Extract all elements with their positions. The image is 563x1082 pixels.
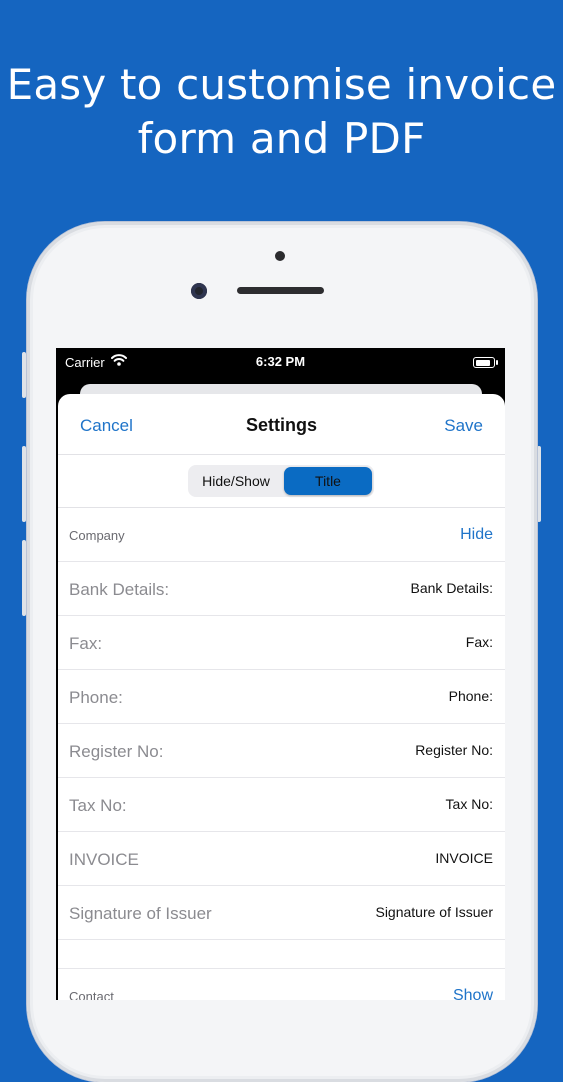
save-button[interactable]: Save <box>444 416 483 436</box>
list-item[interactable]: INVOICE INVOICE <box>58 832 505 886</box>
mute-switch <box>22 352 26 398</box>
field-label: Tax No: <box>69 796 127 815</box>
battery-icon <box>473 357 498 368</box>
segment-title[interactable]: Title <box>284 467 372 495</box>
list-item[interactable]: Bank Details: Bank Details: <box>58 562 505 616</box>
power-button <box>537 446 541 522</box>
headline: Easy to customise invoice form and PDF <box>0 58 563 166</box>
field-value: Register No: <box>415 742 493 758</box>
segmented-control: Hide/Show Title <box>188 465 374 497</box>
proximity-sensor <box>275 251 285 261</box>
headline-line-1: Easy to customise invoice <box>6 60 557 109</box>
front-camera-icon <box>191 283 207 299</box>
hide-button[interactable]: Hide <box>460 526 493 544</box>
list-item[interactable]: Phone: Phone: <box>58 670 505 724</box>
show-button[interactable]: Show <box>453 987 493 1000</box>
list-item[interactable]: Fax: Fax: <box>58 616 505 670</box>
field-label: Fax: <box>69 634 103 653</box>
section-title: Company <box>69 528 125 543</box>
field-label: Register No: <box>69 742 164 761</box>
list-item[interactable]: Register No: Register No: <box>58 724 505 778</box>
field-value: Phone: <box>448 688 493 704</box>
field-label: Bank Details: <box>69 580 170 599</box>
section-title: Contact <box>69 989 114 1000</box>
field-label: Signature of Issuer <box>69 904 212 923</box>
section-header-company: Company Hide <box>58 508 505 562</box>
field-value: INVOICE <box>435 850 493 866</box>
phone-screen: Carrier 6:32 PM Cancel Settings Save Hid… <box>56 348 505 1000</box>
volume-up-button <box>22 446 26 522</box>
earpiece-speaker <box>237 287 324 294</box>
segment-container: Hide/Show Title <box>58 455 505 508</box>
status-bar: Carrier 6:32 PM <box>56 348 505 376</box>
cancel-button[interactable]: Cancel <box>80 416 133 436</box>
list-item[interactable]: Signature of Issuer Signature of Issuer <box>58 886 505 940</box>
field-value: Tax No: <box>445 796 493 812</box>
field-label: INVOICE <box>69 850 139 869</box>
field-label: Phone: <box>69 688 123 707</box>
headline-line-2: form and PDF <box>137 114 426 163</box>
volume-down-button <box>22 540 26 616</box>
nav-bar: Cancel Settings Save <box>58 394 505 455</box>
settings-sheet: Cancel Settings Save Hide/Show Title Com… <box>58 394 505 1000</box>
settings-list: Company Hide Bank Details: Bank Details:… <box>58 508 505 1000</box>
status-time: 6:32 PM <box>255 354 306 369</box>
field-value: Bank Details: <box>410 580 493 596</box>
section-header-contact: Contact Show <box>58 968 505 1000</box>
list-item[interactable]: Tax No: Tax No: <box>58 778 505 832</box>
field-value: Signature of Issuer <box>375 904 493 920</box>
field-value: Fax: <box>465 634 493 650</box>
segment-hide-show[interactable]: Hide/Show <box>190 467 282 495</box>
